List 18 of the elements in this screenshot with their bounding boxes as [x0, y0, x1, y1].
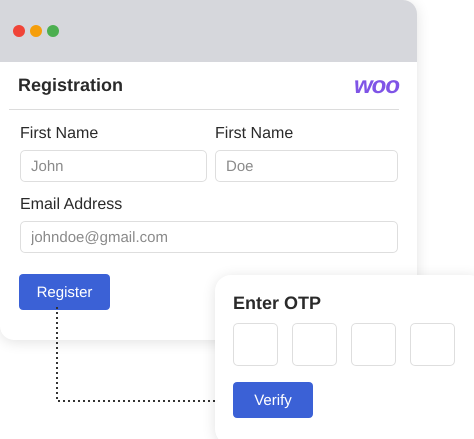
otp-title: Enter OTP — [233, 293, 322, 314]
field-label: First Name — [20, 125, 100, 143]
field-label: First Name — [215, 125, 294, 143]
logo: woo — [354, 72, 399, 100]
otp-digit-field[interactable] — [292, 323, 337, 366]
window-control-dot[interactable] — [30, 25, 42, 37]
input-field[interactable]: John — [20, 150, 207, 182]
input-field[interactable]: Doe — [215, 150, 398, 182]
register-button[interactable]: Register — [19, 274, 110, 310]
input-field[interactable]: johndoe@gmail.com — [20, 221, 398, 253]
form-title: Registration — [18, 75, 124, 96]
otp-digit-field[interactable] — [233, 323, 278, 366]
window-control-dot[interactable] — [13, 25, 25, 37]
verify-button[interactable]: Verify — [233, 382, 313, 418]
otp-digit-field[interactable] — [351, 323, 396, 366]
field-label: Email Address — [20, 196, 124, 214]
otp-digit-field[interactable] — [410, 323, 455, 366]
window-control-dot[interactable] — [47, 25, 59, 37]
